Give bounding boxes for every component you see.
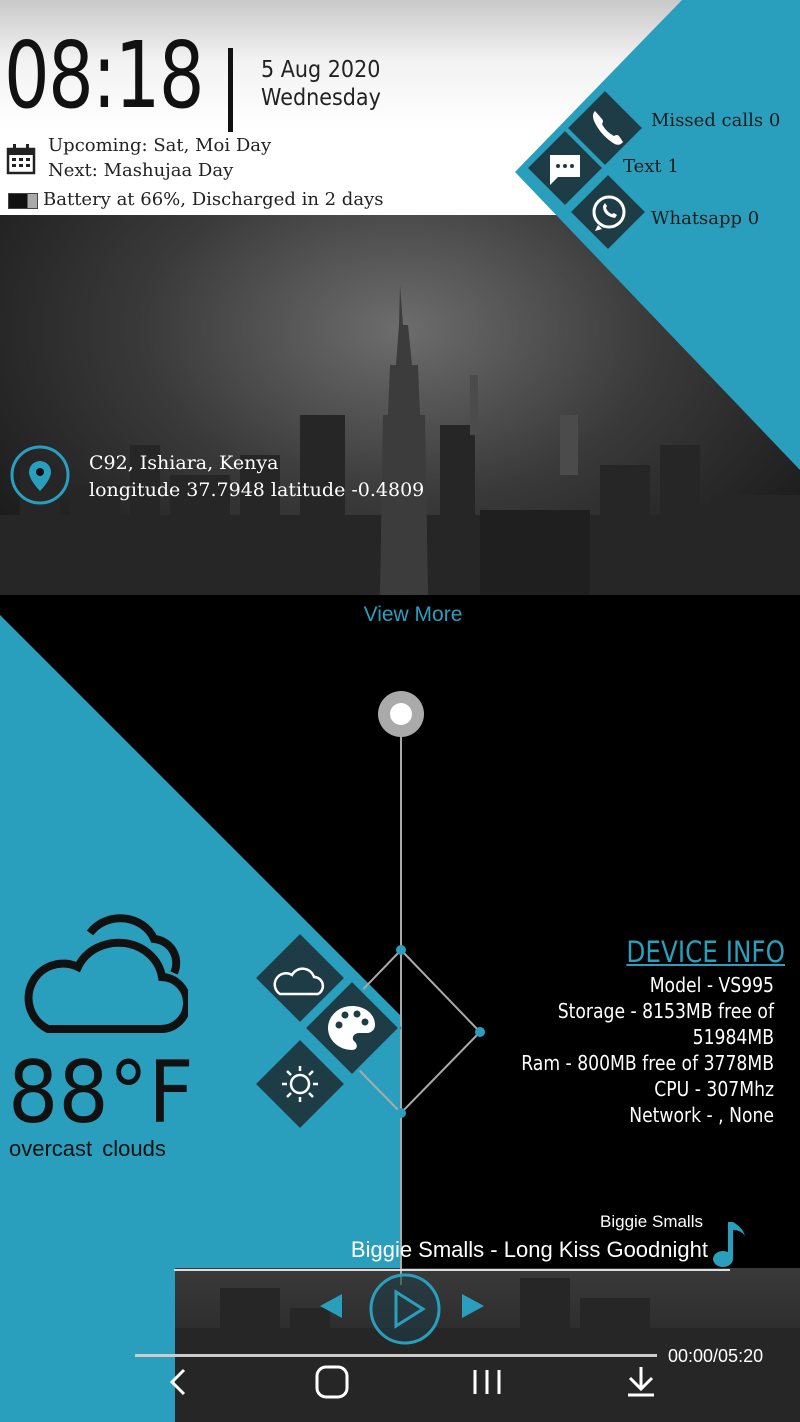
battery-icon: [8, 193, 38, 209]
music-note-icon: [713, 1222, 745, 1267]
weather-temperature[interactable]: 88°F: [8, 1050, 194, 1136]
device-network: Network - , None: [629, 1103, 774, 1127]
music-artist: Biggie Smalls: [600, 1212, 703, 1231]
play-button[interactable]: [368, 1272, 442, 1346]
recents-icon[interactable]: [470, 1366, 504, 1398]
device-model: Model - VS995: [649, 973, 774, 997]
next-track-icon[interactable]: [458, 1290, 488, 1322]
next-event: Next: Mashujaa Day: [48, 160, 234, 181]
date-text: 5 Aug 2020: [261, 57, 381, 83]
track-time: 00:00/05:20: [668, 1346, 764, 1366]
battery-status: Battery at 66%, Discharged in 2 days: [43, 189, 384, 210]
music-track[interactable]: Biggie Smalls - Long Kiss Goodnight: [300, 1237, 708, 1263]
download-icon[interactable]: [624, 1364, 658, 1398]
location-coords: longitude 37.7948 latitude -0.4809: [89, 479, 425, 501]
location-place: C92, Ishiara, Kenya: [89, 452, 279, 474]
calendar-icon: [6, 144, 36, 175]
cloud-icon[interactable]: [8, 895, 188, 1040]
device-storage: Storage - 8153MB free of 51984MB: [557, 999, 774, 1049]
upcoming-event: Upcoming: Sat, Moi Day: [48, 135, 272, 156]
accent-triangle-bottom-fill: [0, 1268, 175, 1422]
clock-date-block[interactable]: 5 Aug 2020 Wednesday: [261, 56, 381, 112]
text-count-label[interactable]: Text 1: [623, 156, 679, 177]
events-block[interactable]: Upcoming: Sat, Moi Day Next: Mashujaa Da…: [48, 133, 271, 183]
clock-time[interactable]: 08:18: [4, 30, 205, 122]
device-info-title[interactable]: DEVICE INFO: [594, 935, 785, 969]
previous-track-icon[interactable]: [316, 1290, 346, 1322]
back-icon[interactable]: [164, 1366, 194, 1398]
clock-divider: [228, 48, 233, 132]
missed-calls-label[interactable]: Missed calls 0: [651, 110, 780, 131]
track-progress-bar[interactable]: [174, 1269, 730, 1271]
launcher-tiles: [251, 930, 403, 1133]
whatsapp-count-label[interactable]: Whatsapp 0: [651, 208, 759, 229]
location-pin-icon: [10, 445, 70, 505]
device-cpu: CPU - 307Mhz: [654, 1077, 774, 1101]
device-ram: Ram - 800MB free of 3778MB: [521, 1051, 774, 1075]
device-info-list: Model - VS995 Storage - 8153MB free of 5…: [487, 972, 774, 1128]
seek-bar[interactable]: [135, 1354, 657, 1357]
home-icon[interactable]: [314, 1364, 350, 1400]
weather-condition: overcast clouds: [9, 1136, 166, 1161]
weekday-text: Wednesday: [261, 85, 381, 111]
location-block[interactable]: C92, Ishiara, Kenya longitude 37.7948 la…: [89, 450, 424, 504]
